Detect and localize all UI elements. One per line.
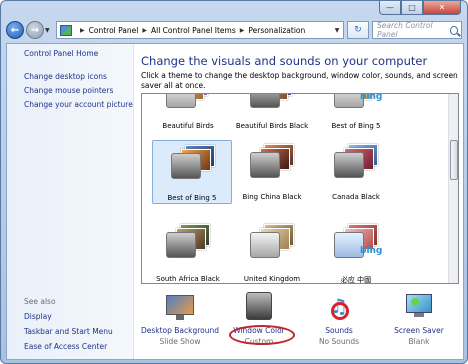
breadcrumb-control-panel[interactable]: Control Panel [89,26,139,35]
bing-logo: bing [360,93,383,102]
page-title: Change the visuals and sounds on your co… [141,54,428,68]
see-also-heading: See also [24,297,56,306]
theme-item[interactable]: United Kingdom [232,220,312,283]
bing-logo: bing [360,246,383,256]
close-button[interactable]: ✕ [423,1,461,15]
forward-button[interactable]: → [26,21,44,39]
desktop-background-link[interactable]: Desktop Background [140,326,220,335]
window-frame: — □ ✕ ← → ▼ ▶ Control Panel ▶ All Contro… [0,0,468,364]
taskbar-start-menu-link[interactable]: Taskbar and Start Menu [24,327,113,336]
maximize-button[interactable]: □ [401,1,423,15]
screen-saver-icon [402,292,436,322]
content-area: Control Panel Home Change desktop icons … [6,43,464,360]
minimize-button[interactable]: — [379,1,401,15]
desktop-background-value: Slide Show [159,337,201,346]
sounds-tool[interactable]: ♫ Sounds No Sounds [299,292,379,346]
theme-label: Best of Bing 5 [167,194,217,202]
theme-thumbnail [166,224,210,258]
sounds-value: No Sounds [318,337,360,346]
screen-saver-value: Blank [408,337,430,346]
theme-label: Beautiful Birds [162,122,214,130]
theme-label: South Africa Black [156,275,220,283]
left-pane: Control Panel Home Change desktop icons … [7,44,134,359]
theme-item[interactable]: Beautiful Birds Black [232,94,312,134]
change-account-picture-link[interactable]: Change your account picture [24,100,133,109]
page-description: Click a theme to change the desktop back… [141,71,458,90]
control-panel-home-link[interactable]: Control Panel Home [24,49,98,58]
theme-list[interactable]: Beautiful Birds Beautiful Birds Black bi… [141,93,459,284]
breadcrumb-arrow-icon[interactable]: ▶ [240,27,245,34]
theme-thumbnail [334,144,378,178]
navigation-bar: ← → ▼ ▶ Control Panel ▶ All Control Pane… [6,19,464,41]
theme-item[interactable]: bing 必应 中國 [316,220,396,284]
theme-item[interactable]: South Africa Black [148,220,228,283]
address-bar[interactable]: ▶ Control Panel ▶ All Control Panel Item… [56,21,344,39]
theme-thumbnail [171,145,215,179]
address-dropdown-icon[interactable]: ▼ [331,27,343,34]
sounds-link[interactable]: Sounds [299,326,379,335]
theme-item[interactable]: Bing China Black [232,140,312,204]
change-mouse-pointers-link[interactable]: Change mouse pointers [24,86,113,95]
sounds-icon: ♫ [330,294,349,320]
theme-list-scrollbar[interactable] [448,94,458,283]
theme-thumbnail [250,144,294,178]
theme-thumbnail [250,224,294,258]
breadcrumb-all-items[interactable]: All Control Panel Items [151,26,236,35]
theme-thumbnail [250,94,294,108]
breadcrumb-personalization[interactable]: Personalization [248,26,305,35]
breadcrumb-arrow-icon[interactable]: ▶ [142,27,147,34]
window-controls: — □ ✕ [379,1,461,15]
breadcrumb-arrow-icon[interactable]: ▶ [80,27,85,34]
screen-saver-tool[interactable]: Screen Saver Blank [379,292,459,346]
change-desktop-icons-link[interactable]: Change desktop icons [24,72,107,81]
theme-item[interactable]: Canada Black [316,140,396,204]
theme-item[interactable]: Beautiful Birds [148,94,228,134]
scrollbar-thumb[interactable] [450,140,458,180]
display-link[interactable]: Display [24,312,52,321]
control-panel-icon [60,24,72,36]
theme-label: Bing China Black [242,193,302,201]
desktop-background-tool[interactable]: Desktop Background Slide Show [140,292,220,346]
ease-of-access-link[interactable]: Ease of Access Center [24,342,107,351]
desktop-background-icon [163,292,197,322]
theme-label: Canada Black [332,193,380,201]
screen-saver-link[interactable]: Screen Saver [379,326,459,335]
back-button[interactable]: ← [6,21,24,39]
highlight-circle [229,325,295,345]
search-placeholder: Search Control Panel [377,21,433,39]
theme-label: United Kingdom [243,275,301,283]
search-icon[interactable] [449,25,458,35]
refresh-button[interactable]: ↻ [347,21,369,39]
window-color-icon [242,292,276,322]
recent-pages-dropdown[interactable]: ▼ [45,27,53,34]
search-input[interactable]: Search Control Panel [372,21,462,39]
theme-item-selected[interactable]: Best of Bing 5 [152,140,232,204]
theme-label: 必应 中國 [340,276,372,284]
theme-label: Beautiful Birds Black [235,122,309,130]
theme-thumbnail [166,94,210,108]
theme-item[interactable]: bing Best of Bing 5 [316,93,396,134]
theme-label: Best of Bing 5 [331,122,381,130]
